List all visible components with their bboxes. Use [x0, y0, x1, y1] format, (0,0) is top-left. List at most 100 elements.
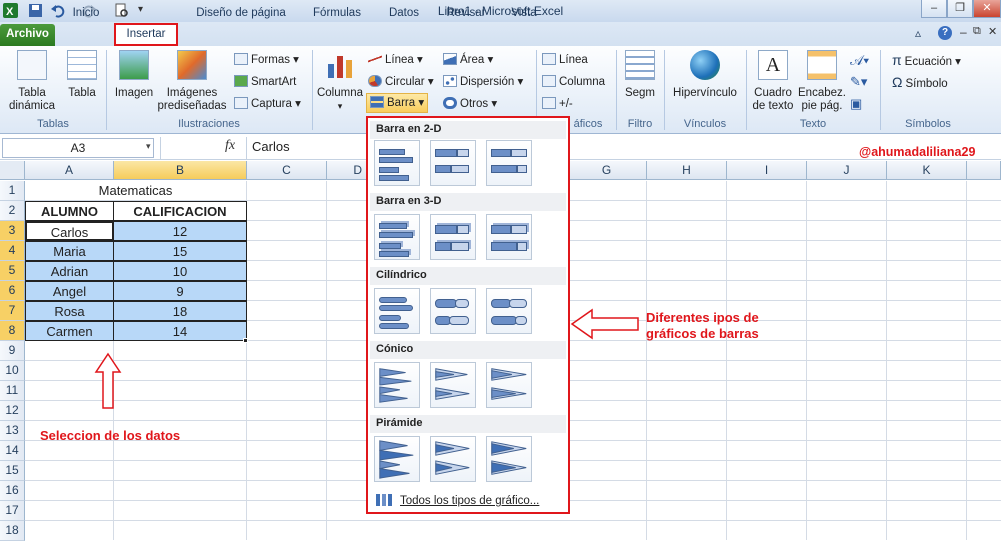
row-header-5[interactable]: 5: [0, 261, 25, 281]
customize-icon[interactable]: ▾: [138, 4, 143, 15]
scatter-chart-button[interactable]: Dispersión ▾: [443, 75, 523, 89]
clustered-cone-option[interactable]: [374, 362, 420, 408]
tab-home[interactable]: Inicio: [64, 4, 108, 24]
select-all-corner[interactable]: [0, 161, 25, 180]
ribbon-minimize-icon[interactable]: ▵: [915, 26, 921, 40]
formula-input[interactable]: Carlos: [252, 139, 290, 154]
sparkline-column-button[interactable]: Columna: [542, 75, 605, 89]
column-header-d[interactable]: D: [327, 161, 367, 180]
row-header-13[interactable]: 13: [0, 421, 25, 441]
clustered-bar-3d-option[interactable]: [374, 214, 420, 260]
clustered-cylinder-option[interactable]: [374, 288, 420, 334]
table-button[interactable]: Tabla: [62, 50, 102, 100]
textbox-button[interactable]: A Cuadro de texto: [750, 50, 796, 113]
tab-formulas[interactable]: Fórmulas: [304, 4, 370, 24]
table-row-grade[interactable]: 18: [113, 301, 247, 321]
row-header-14[interactable]: 14: [0, 441, 25, 461]
table-row-grade[interactable]: 10: [113, 261, 247, 281]
tab-insert[interactable]: Insertar: [114, 23, 178, 46]
window-restore-icon[interactable]: ⧉: [973, 25, 981, 38]
table-row-name[interactable]: Rosa: [25, 301, 114, 321]
column-header-i[interactable]: I: [727, 161, 807, 180]
hyperlink-button[interactable]: Hipervínculo: [670, 50, 740, 100]
stacked-pyramid-option[interactable]: [430, 436, 476, 482]
area-chart-button[interactable]: Área ▾: [443, 53, 493, 67]
header-footer-button[interactable]: Encabez. pie pág.: [798, 50, 846, 113]
stacked-100-bar-2d-option[interactable]: [486, 140, 532, 186]
column-header-l[interactable]: [967, 161, 1001, 180]
tab-review[interactable]: Revisar: [438, 4, 494, 24]
stacked-cylinder-option[interactable]: [430, 288, 476, 334]
minimize-button[interactable]: –: [921, 0, 947, 18]
tab-data[interactable]: Datos: [378, 4, 430, 24]
header-cell-alumno[interactable]: ALUMNO: [25, 201, 114, 221]
clustered-bar-2d-option[interactable]: [374, 140, 420, 186]
all-chart-types-link[interactable]: Todos los tipos de gráfico...: [376, 494, 539, 507]
signature-line-icon[interactable]: ✎▾: [850, 74, 867, 90]
row-header-2[interactable]: 2: [0, 201, 25, 221]
name-box[interactable]: A3: [2, 138, 154, 158]
pie-chart-button[interactable]: Circular ▾: [368, 75, 434, 89]
name-box-dropdown-icon[interactable]: ▾: [146, 141, 151, 152]
row-header-17[interactable]: 17: [0, 501, 25, 521]
stacked-100-bar-3d-option[interactable]: [486, 214, 532, 260]
row-header-3[interactable]: 3: [0, 221, 25, 241]
table-title-cell[interactable]: Matematicas: [25, 181, 247, 201]
table-row-name[interactable]: Carlos: [25, 221, 114, 241]
print-preview-icon[interactable]: [114, 3, 129, 18]
table-row-grade[interactable]: 12: [113, 221, 247, 241]
object-icon[interactable]: ▣: [850, 96, 862, 112]
table-row-name[interactable]: Maria: [25, 241, 114, 261]
clustered-pyramid-option[interactable]: [374, 436, 420, 482]
stacked-100-cone-option[interactable]: [486, 362, 532, 408]
table-row-name[interactable]: Adrian: [25, 261, 114, 281]
column-header-a[interactable]: A: [25, 161, 114, 180]
row-header-1[interactable]: 1: [0, 181, 25, 201]
tab-file[interactable]: Archivo: [0, 24, 55, 46]
fill-handle[interactable]: [243, 338, 248, 343]
row-header-7[interactable]: 7: [0, 301, 25, 321]
table-row-name[interactable]: Angel: [25, 281, 114, 301]
row-header-16[interactable]: 16: [0, 481, 25, 501]
row-header-15[interactable]: 15: [0, 461, 25, 481]
undo-icon[interactable]: [50, 3, 65, 18]
column-header-k[interactable]: K: [887, 161, 967, 180]
symbol-button[interactable]: Ω Símbolo: [892, 75, 948, 91]
fx-icon[interactable]: fx: [225, 138, 235, 154]
stacked-bar-2d-option[interactable]: [430, 140, 476, 186]
row-header-12[interactable]: 12: [0, 401, 25, 421]
stacked-cone-option[interactable]: [430, 362, 476, 408]
pivot-table-button[interactable]: Tabla dinámica: [6, 50, 58, 113]
column-chart-button[interactable]: Columna ▾: [316, 50, 364, 113]
other-charts-button[interactable]: Otros ▾: [443, 97, 497, 111]
equation-button[interactable]: π Ecuación ▾: [892, 53, 961, 69]
table-row-grade[interactable]: 15: [113, 241, 247, 261]
row-header-9[interactable]: 9: [0, 341, 25, 361]
screenshot-button[interactable]: Captura ▾: [234, 97, 301, 111]
row-header-4[interactable]: 4: [0, 241, 25, 261]
column-header-c[interactable]: C: [247, 161, 327, 180]
help-icon[interactable]: ?: [938, 26, 952, 40]
shapes-button[interactable]: Formas ▾: [234, 53, 299, 67]
row-header-11[interactable]: 11: [0, 381, 25, 401]
table-row-grade[interactable]: 14: [113, 321, 247, 341]
column-header-j[interactable]: J: [807, 161, 887, 180]
row-header-18[interactable]: 18: [0, 521, 25, 541]
table-row-name[interactable]: Carmen: [25, 321, 114, 341]
sparkline-winloss-button[interactable]: +/-: [542, 97, 573, 111]
clipart-button[interactable]: Imágenes prediseñadas: [156, 50, 228, 113]
stacked-100-pyramid-option[interactable]: [486, 436, 532, 482]
row-header-6[interactable]: 6: [0, 281, 25, 301]
smartart-button[interactable]: SmartArt: [234, 75, 296, 89]
slicer-button[interactable]: Segm: [620, 50, 660, 100]
stacked-bar-3d-option[interactable]: [430, 214, 476, 260]
column-header-b[interactable]: B: [114, 161, 247, 180]
wordart-icon[interactable]: 𝒜▾: [850, 52, 869, 69]
restore-button[interactable]: ❐: [947, 0, 973, 18]
window-close-icon[interactable]: ✕: [988, 25, 997, 38]
column-header-g[interactable]: G: [567, 161, 647, 180]
image-button[interactable]: Imagen: [112, 50, 156, 100]
sparkline-line-button[interactable]: Línea: [542, 53, 588, 67]
tab-view[interactable]: Vista: [502, 4, 546, 24]
window-min-icon[interactable]: –: [960, 25, 967, 39]
